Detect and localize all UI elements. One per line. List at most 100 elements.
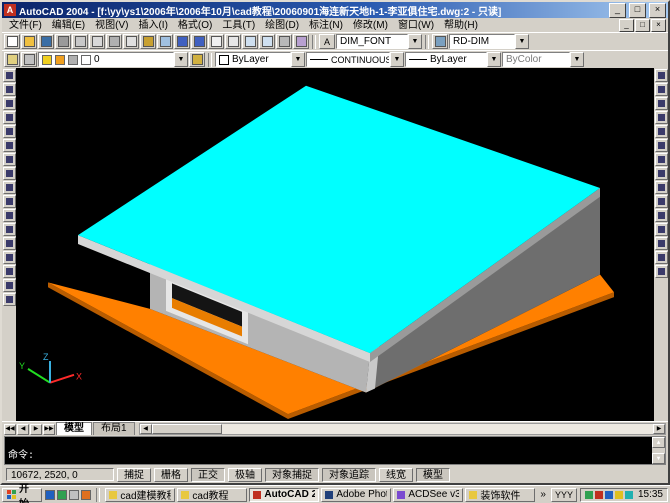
- array-button[interactable]: [655, 125, 668, 138]
- copy-object-button[interactable]: [655, 83, 668, 96]
- copy-button[interactable]: [123, 34, 139, 49]
- command-window[interactable]: 命令: ▲ ▼: [4, 436, 666, 465]
- scroll-left-icon[interactable]: ◀: [140, 424, 152, 434]
- menu-格式(O)[interactable]: 格式(O): [173, 19, 217, 32]
- color-combo[interactable]: ByLayer ▼: [215, 52, 305, 67]
- ellipse-button[interactable]: [3, 195, 16, 208]
- status-toggle-捕捉[interactable]: 捕捉: [117, 468, 151, 482]
- chevron-down-icon[interactable]: ▼: [515, 34, 529, 49]
- ellipse-arc-button[interactable]: [3, 209, 16, 222]
- zoom-previous-button[interactable]: [259, 34, 275, 49]
- undo-button[interactable]: [174, 34, 190, 49]
- menu-编辑(E)[interactable]: 编辑(E): [47, 19, 90, 32]
- designcenter-button[interactable]: [293, 34, 309, 49]
- restore-button[interactable]: □: [629, 3, 646, 18]
- offset-button[interactable]: [655, 111, 668, 124]
- layer-combo[interactable]: 0 ▼: [38, 52, 188, 67]
- taskbar-chevron[interactable]: »: [538, 489, 548, 500]
- layer-properties-manager-button[interactable]: [4, 52, 20, 67]
- chevron-down-icon[interactable]: ▼: [390, 52, 404, 67]
- tab-nav-icon-1[interactable]: ◀: [17, 424, 29, 435]
- explode-button[interactable]: [655, 265, 668, 278]
- arc-button[interactable]: [3, 139, 16, 152]
- properties-button[interactable]: [276, 34, 292, 49]
- scroll-down-icon[interactable]: ▼: [652, 453, 665, 464]
- status-toggle-正交[interactable]: 正交: [191, 468, 225, 482]
- erase-button[interactable]: [655, 69, 668, 82]
- status-toggle-线宽[interactable]: 线宽: [379, 468, 413, 482]
- horizontal-scrollbar[interactable]: ◀ ▶: [139, 423, 666, 435]
- pan-realtime-button[interactable]: [208, 34, 224, 49]
- language-indicator[interactable]: YYY: [551, 488, 577, 502]
- polygon-button[interactable]: [3, 111, 16, 124]
- plot-button[interactable]: [55, 34, 71, 49]
- hatch-button[interactable]: [3, 265, 16, 278]
- fillet-button[interactable]: [655, 251, 668, 264]
- lineweight-combo[interactable]: ByLayer ▼: [405, 52, 501, 67]
- menu-文件(F)[interactable]: 文件(F): [4, 19, 47, 32]
- zoom-window-button[interactable]: [242, 34, 258, 49]
- chevron-down-icon[interactable]: ▼: [174, 52, 188, 67]
- trim-button[interactable]: [655, 195, 668, 208]
- scroll-up-icon[interactable]: ▲: [652, 437, 665, 448]
- text-style-icon[interactable]: A: [319, 34, 335, 49]
- dim-style-combo[interactable]: RD-DIM ▼: [449, 34, 529, 49]
- make-object-layer-current-button[interactable]: [189, 52, 205, 67]
- menu-窗口(W)[interactable]: 窗口(W): [393, 19, 439, 32]
- tab-nav-icon-2[interactable]: ▶: [30, 424, 42, 435]
- revision-cloud-button[interactable]: [3, 167, 16, 180]
- circle-button[interactable]: [3, 153, 16, 166]
- chamfer-button[interactable]: [655, 237, 668, 250]
- line-button[interactable]: [3, 69, 16, 82]
- scroll-right-icon[interactable]: ▶: [653, 424, 665, 434]
- task-button-cad教程[interactable]: cad教程: [177, 488, 247, 502]
- save-button[interactable]: [38, 34, 54, 49]
- menu-标注(N)[interactable]: 标注(N): [304, 19, 348, 32]
- menu-工具(T)[interactable]: 工具(T): [217, 19, 260, 32]
- quicklaunch-icon-2[interactable]: [69, 490, 79, 500]
- zoom-realtime-button[interactable]: [225, 34, 241, 49]
- menu-绘图(D)[interactable]: 绘图(D): [260, 19, 304, 32]
- rotate-button[interactable]: [655, 153, 668, 166]
- task-button-装饰软件[interactable]: 装饰软件: [465, 488, 535, 502]
- status-toggle-对象追踪[interactable]: 对象追踪: [322, 468, 376, 482]
- polyline-button[interactable]: [3, 97, 16, 110]
- chevron-down-icon[interactable]: ▼: [408, 34, 422, 49]
- scrollbar-thumb[interactable]: [152, 424, 222, 434]
- match-properties-button[interactable]: [157, 34, 173, 49]
- mdi-close-button[interactable]: ×: [651, 19, 666, 32]
- multiline-text-button[interactable]: [3, 293, 16, 306]
- cut-button[interactable]: [106, 34, 122, 49]
- quicklaunch-icon-3[interactable]: [81, 490, 91, 500]
- rectangle-button[interactable]: [3, 125, 16, 138]
- layer-previous-button[interactable]: [21, 52, 37, 67]
- construction-line-button[interactable]: [3, 83, 16, 96]
- spline-button[interactable]: [3, 181, 16, 194]
- break-button[interactable]: [655, 223, 668, 236]
- new-button[interactable]: [4, 34, 20, 49]
- text-style-combo[interactable]: DIM_FONT ▼: [336, 34, 422, 49]
- drawing-area[interactable]: X Y Z: [16, 68, 654, 421]
- scale-button[interactable]: [655, 167, 668, 180]
- menu-帮助(H)[interactable]: 帮助(H): [439, 19, 483, 32]
- status-toggle-对象捕捉[interactable]: 对象捕捉: [265, 468, 319, 482]
- task-button-Adobe Photo...[interactable]: Adobe Photo...: [321, 488, 391, 502]
- start-button[interactable]: 开始: [2, 488, 42, 502]
- status-toggle-栅格[interactable]: 栅格: [154, 468, 188, 482]
- tab-nav-icon-0[interactable]: ◀◀: [4, 424, 16, 435]
- move-button[interactable]: [655, 139, 668, 152]
- make-block-button[interactable]: [3, 237, 16, 250]
- redo-button[interactable]: [191, 34, 207, 49]
- linetype-combo[interactable]: CONTINUOUS ▼: [306, 52, 404, 67]
- chevron-down-icon[interactable]: ▼: [291, 52, 305, 67]
- task-button-cad建模教程[interactable]: cad建模教程: [105, 488, 175, 502]
- command-scrollbar[interactable]: ▲ ▼: [652, 437, 665, 464]
- point-button[interactable]: [3, 251, 16, 264]
- task-button-ACDSee v3.1...[interactable]: ACDSee v3.1...: [393, 488, 463, 502]
- scrollbar-track[interactable]: [222, 424, 653, 434]
- chevron-down-icon[interactable]: ▼: [487, 52, 501, 67]
- stretch-button[interactable]: [655, 181, 668, 194]
- extend-button[interactable]: [655, 209, 668, 222]
- status-toggle-模型[interactable]: 模型: [416, 468, 450, 482]
- minimize-button[interactable]: _: [609, 3, 626, 18]
